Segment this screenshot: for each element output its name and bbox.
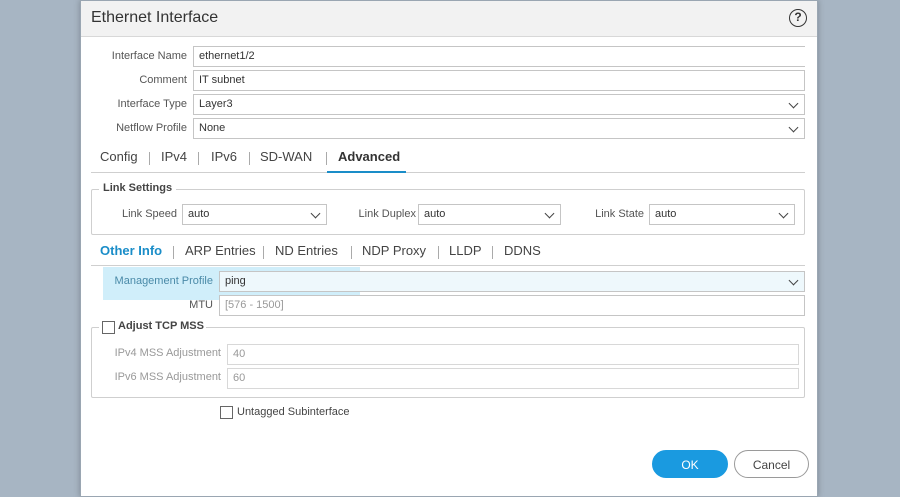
ipv6-mss-field[interactable]: 60 — [227, 368, 799, 389]
mtu-field[interactable]: [576 - 1500] — [219, 295, 805, 316]
subtab-arp-entries[interactable]: ARP Entries — [185, 243, 256, 258]
subtab-lldp[interactable]: LLDP — [449, 243, 482, 258]
subtab-ddns[interactable]: DDNS — [504, 243, 541, 258]
tab-sd-wan[interactable]: SD-WAN — [260, 149, 312, 164]
link-speed-value: auto — [188, 208, 210, 220]
dialog-title: Ethernet Interface — [91, 9, 219, 26]
dialog-titlebar: Ethernet Interface ? — [81, 1, 817, 37]
question-circle-icon[interactable]: ? — [789, 9, 807, 27]
subtab-nd-entries[interactable]: ND Entries — [275, 243, 338, 258]
link-duplex-label: Link Duplex — [358, 208, 416, 220]
adjust-tcp-mss-label: Adjust TCP MSS — [116, 320, 206, 332]
comment-field[interactable]: IT subnet — [193, 70, 805, 91]
chevron-down-icon — [544, 208, 555, 219]
tab-separator — [263, 246, 264, 259]
management-profile-select[interactable]: ping — [219, 271, 805, 292]
interface-name-field[interactable]: ethernet1/2 — [193, 46, 805, 67]
interface-type-label: Interface Type — [117, 98, 187, 110]
tab-separator — [438, 246, 439, 259]
chevron-down-icon — [788, 98, 799, 109]
tcp-mss-legend-row: Adjust TCP MSS — [99, 319, 206, 335]
management-profile-value: ping — [225, 275, 246, 287]
netflow-profile-label: Netflow Profile — [116, 122, 187, 134]
link-duplex-select[interactable]: auto — [418, 204, 561, 225]
tab-separator — [249, 152, 250, 165]
untagged-subinterface-label: Untagged Subinterface — [237, 406, 350, 418]
cancel-button[interactable]: Cancel — [734, 450, 809, 478]
active-tab-indicator — [327, 171, 406, 173]
tab-separator — [326, 152, 327, 165]
mtu-label: MTU — [189, 299, 213, 311]
ipv6-mss-label: IPv6 MSS Adjustment — [114, 371, 221, 383]
chevron-down-icon — [310, 208, 321, 219]
subtab-ndp-proxy[interactable]: NDP Proxy — [362, 243, 426, 258]
subtabs-divider — [91, 265, 805, 266]
tab-advanced[interactable]: Advanced — [338, 149, 400, 164]
tab-separator — [149, 152, 150, 165]
tab-ipv4[interactable]: IPv4 — [161, 149, 187, 164]
management-profile-label: Management Profile — [114, 275, 213, 287]
ipv6-mss-value: 60 — [233, 372, 246, 384]
chevron-down-icon — [788, 122, 799, 133]
tab-config[interactable]: Config — [100, 149, 138, 164]
comment-value: IT subnet — [199, 74, 245, 86]
ipv4-mss-field[interactable]: 40 — [227, 344, 799, 365]
link-state-value: auto — [655, 208, 677, 220]
link-state-label: Link State — [595, 208, 644, 220]
untagged-subinterface-checkbox[interactable] — [220, 406, 233, 419]
interface-name-value: ethernet1/2 — [199, 50, 255, 62]
tab-separator — [198, 152, 199, 165]
interface-type-select[interactable]: Layer3 — [193, 94, 805, 115]
chevron-down-icon — [778, 208, 789, 219]
interface-type-value: Layer3 — [199, 98, 233, 110]
ipv4-mss-label: IPv4 MSS Adjustment — [114, 347, 221, 359]
tab-separator — [492, 246, 493, 259]
ethernet-interface-dialog: Ethernet Interface ? Interface Name ethe… — [80, 0, 818, 497]
netflow-profile-select[interactable]: None — [193, 118, 805, 139]
subtab-other-info[interactable]: Other Info — [100, 243, 162, 258]
link-duplex-value: auto — [424, 208, 446, 220]
link-speed-label: Link Speed — [121, 208, 177, 220]
ipv4-mss-value: 40 — [233, 348, 246, 360]
ok-button[interactable]: OK — [652, 450, 728, 478]
link-state-select[interactable]: auto — [649, 204, 795, 225]
interface-name-label: Interface Name — [111, 50, 187, 62]
chevron-down-icon — [788, 275, 799, 286]
tab-separator — [173, 246, 174, 259]
tab-ipv6[interactable]: IPv6 — [211, 149, 237, 164]
adjust-tcp-mss-checkbox[interactable] — [102, 321, 115, 334]
mtu-placeholder: [576 - 1500] — [225, 299, 284, 311]
tabs-divider — [91, 172, 805, 173]
comment-label: Comment — [139, 74, 187, 86]
link-speed-select[interactable]: auto — [182, 204, 327, 225]
link-settings-legend: Link Settings — [99, 182, 177, 194]
tab-separator — [351, 246, 352, 259]
netflow-profile-value: None — [199, 122, 226, 134]
